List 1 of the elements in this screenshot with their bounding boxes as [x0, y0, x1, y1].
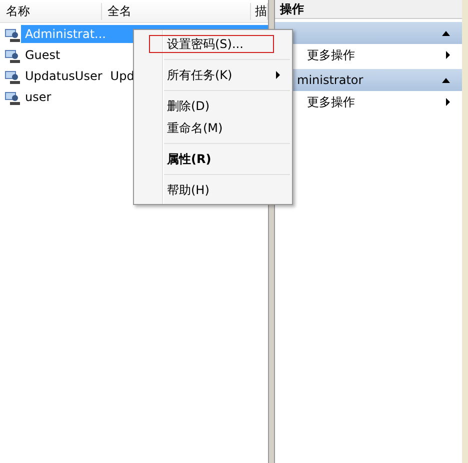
actions-title: 操作 [275, 0, 462, 19]
